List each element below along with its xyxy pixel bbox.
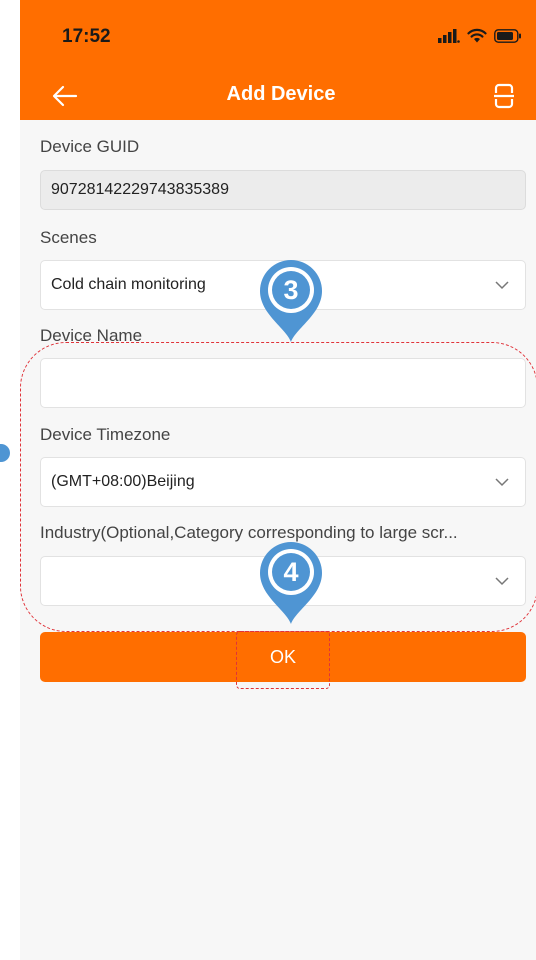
scenes-value: Cold chain monitoring bbox=[51, 276, 206, 293]
status-time: 17:52 bbox=[62, 26, 111, 47]
scenes-label: Scenes bbox=[40, 228, 97, 247]
guid-label: Device GUID bbox=[40, 137, 140, 156]
status-bar: 17:52 bbox=[20, 0, 536, 72]
scan-icon[interactable] bbox=[492, 82, 516, 110]
battery-icon bbox=[494, 28, 521, 43]
annotation-dashed-ok bbox=[236, 631, 330, 689]
wifi-icon bbox=[467, 28, 487, 43]
annotation-dot bbox=[0, 444, 10, 462]
annotation-marker-4: 4 bbox=[260, 542, 322, 624]
status-icons bbox=[438, 28, 522, 43]
marker-4-number: 4 bbox=[283, 557, 298, 587]
guid-field: 90728142229743835389 bbox=[40, 170, 526, 210]
signal-icon bbox=[438, 28, 460, 43]
nav-bar: Add Device bbox=[20, 72, 536, 120]
marker-3-number: 3 bbox=[283, 275, 298, 305]
chevron-down-icon bbox=[495, 281, 509, 290]
phone-screen: 17:52 Add Device Device GUID 90728142229… bbox=[20, 0, 536, 960]
page-title: Add Device bbox=[226, 83, 336, 105]
annotation-marker-3: 3 bbox=[260, 260, 322, 342]
guid-value: 90728142229743835389 bbox=[51, 181, 229, 198]
